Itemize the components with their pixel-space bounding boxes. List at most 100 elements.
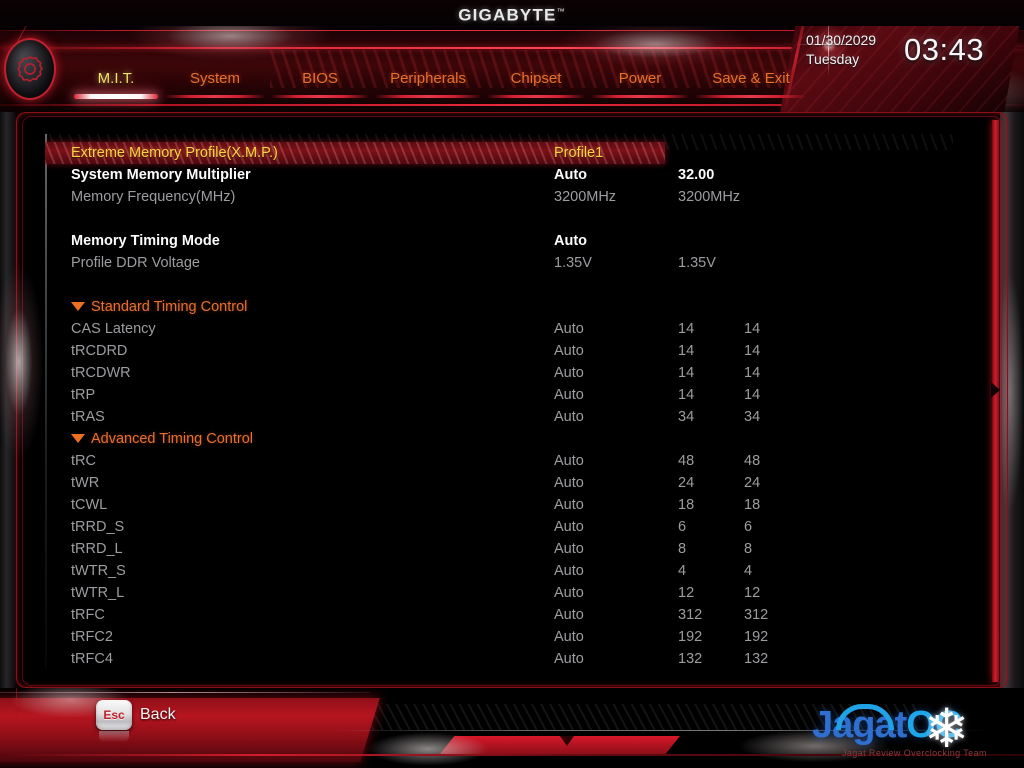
setting-value-profile-a: 18: [678, 497, 695, 513]
setting-label: tRFC: [71, 607, 105, 623]
setting-value-profile-b: 48: [744, 453, 761, 469]
tab-underline: [592, 95, 688, 98]
tab-power[interactable]: Power: [588, 68, 692, 104]
settings-list[interactable]: Extreme Memory Profile(X.M.P.) Profile1 Sy…: [45, 134, 953, 668]
setting-value-profile-b: 14: [744, 343, 761, 359]
setting-value-current: Auto: [554, 475, 584, 491]
settings-panel: Extreme Memory Profile(X.M.P.) Profile1 Sy…: [45, 134, 953, 668]
settings-row[interactable]: tRFC4 Auto 132 132: [45, 648, 953, 668]
setting-value-current: Auto: [554, 497, 584, 513]
setting-value-profile-b: 4: [744, 563, 753, 579]
setting-value-profile-b: 6: [744, 519, 753, 535]
setting-value-profile-b: 12: [744, 585, 761, 601]
current-weekday: Tuesday: [806, 51, 860, 67]
setting-value-profile-b: 14: [744, 365, 761, 381]
setting-value-profile-b: 312: [744, 607, 769, 623]
settings-row[interactable]: Profile DDR Voltage 1.35V 1.35V: [45, 252, 953, 274]
setting-value-profile-a: 14: [678, 321, 695, 337]
setting-value-profile-b: 14: [744, 387, 761, 403]
next-page-arrow-icon[interactable]: [991, 382, 1000, 398]
tab-label: BIOS: [302, 70, 338, 87]
tab-underline: [166, 95, 264, 98]
setting-value-profile-b: 8: [744, 541, 753, 557]
settings-row[interactable]: tWR Auto 24 24: [45, 472, 953, 494]
settings-row[interactable]: tRC Auto 48 48: [45, 450, 953, 472]
setting-label: tRFC2: [71, 629, 113, 645]
tab-underline: [488, 95, 584, 98]
settings-row[interactable]: tRP Auto 14 14: [45, 384, 953, 406]
settings-row[interactable]: tRCDRD Auto 14 14: [45, 340, 953, 362]
setting-value-profile-a: 34: [678, 409, 695, 425]
setting-value-current: Auto: [554, 541, 584, 557]
tab-chipset[interactable]: Chipset: [484, 68, 588, 104]
setting-value-profile-a: 1.35V: [678, 255, 716, 271]
setting-value-profile-a: 4: [678, 563, 687, 579]
setting-value-current: Auto: [554, 167, 588, 183]
setting-label: tWR: [71, 475, 100, 491]
setting-value-profile-b: 192: [744, 629, 769, 645]
tab-save-and-exit[interactable]: Save & Exit: [692, 68, 810, 104]
brand-name: GIGABYTE: [458, 5, 557, 25]
settings-row[interactable]: tCWL Auto 18 18: [45, 494, 953, 516]
header-glow-center: [560, 22, 750, 66]
settings-row[interactable]: tRFC Auto 312 312: [45, 604, 953, 626]
setting-label: Memory Timing Mode: [71, 233, 220, 249]
esc-key-button[interactable]: Esc: [96, 700, 132, 742]
tab-peripherals[interactable]: Peripherals: [372, 68, 484, 104]
setting-label: CAS Latency: [71, 321, 156, 337]
setting-value-profile-a: 6: [678, 519, 687, 535]
setting-value-current: Auto: [554, 607, 584, 623]
settings-row[interactable]: tRRD_S Auto 6 6: [45, 516, 953, 538]
settings-row[interactable]: Memory Frequency(MHz) 3200MHz 3200MHz: [45, 186, 953, 208]
setting-label: Memory Frequency(MHz): [71, 189, 236, 205]
setting-label: tRP: [71, 387, 96, 403]
setting-value-current: Auto: [554, 233, 588, 249]
tab-bios[interactable]: BIOS: [268, 68, 372, 104]
current-date: 01/30/2029: [806, 32, 877, 48]
setting-value-profile-a: 12: [678, 585, 695, 601]
bios-header: GIGABYTE™ 01/30/2029 Tuesday 03:43 M.I.T…: [0, 0, 1024, 112]
tab-mit[interactable]: M.I.T.: [70, 68, 162, 104]
settings-row[interactable]: System Memory Multiplier Auto 32.00: [45, 164, 953, 186]
setting-value-profile-b: 34: [744, 409, 761, 425]
main-tab-bar[interactable]: M.I.T. System BIOS Peripherals Chipset P…: [70, 68, 810, 104]
setting-value-profile-a: 192: [678, 629, 703, 645]
setting-label: System Memory Multiplier: [71, 167, 251, 183]
setting-value-current: Auto: [554, 321, 584, 337]
tab-system[interactable]: System: [162, 68, 268, 104]
date-time-display: 01/30/2029 Tuesday 03:43: [806, 22, 1024, 78]
back-button-label[interactable]: Back: [140, 706, 176, 724]
setting-label: tRFC4: [71, 651, 113, 667]
settings-section-header[interactable]: Standard Timing Control: [45, 296, 953, 318]
setting-label: tRAS: [71, 409, 105, 425]
settings-row[interactable]: tRRD_L Auto 8 8: [45, 538, 953, 560]
tab-label: Save & Exit: [712, 70, 790, 87]
settings-section-header[interactable]: Advanced Timing Control: [45, 428, 953, 450]
setting-label: tRCDRD: [71, 343, 128, 359]
setting-label: tRRD_L: [71, 541, 123, 557]
setting-value-profile-a: 132: [678, 651, 703, 667]
settings-row[interactable]: Extreme Memory Profile(X.M.P.) Profile1: [45, 142, 953, 164]
setting-label: Profile DDR Voltage: [71, 255, 200, 271]
tab-underline: [272, 95, 368, 98]
settings-row[interactable]: tWTR_L Auto 12 12: [45, 582, 953, 604]
footer-wedge-arrow-icon: [560, 736, 574, 746]
setting-value-profile-a: 14: [678, 343, 695, 359]
setting-value-profile-b: 18: [744, 497, 761, 513]
setting-value-profile-a: 312: [678, 607, 703, 623]
settings-row[interactable]: CAS Latency Auto 14 14: [45, 318, 953, 340]
setting-value-current: Auto: [554, 585, 584, 601]
settings-row[interactable]: Memory Timing Mode Auto: [45, 230, 953, 252]
tab-label: M.I.T.: [97, 70, 135, 87]
setting-value-current: Auto: [554, 365, 584, 381]
setting-value-profile-a: 32.00: [678, 167, 715, 183]
settings-row[interactable]: tRFC2 Auto 192 192: [45, 626, 953, 648]
settings-row[interactable]: tRCDWR Auto 14 14: [45, 362, 953, 384]
settings-row[interactable]: tWTR_S Auto 4 4: [45, 560, 953, 582]
tab-label: System: [189, 70, 240, 87]
setting-value-profile-a: 48: [678, 453, 695, 469]
gear-icon: [4, 38, 56, 100]
setting-value-current: Auto: [554, 519, 584, 535]
settings-row[interactable]: tRAS Auto 34 34: [45, 406, 953, 428]
setting-label: tWTR_S: [71, 563, 126, 579]
